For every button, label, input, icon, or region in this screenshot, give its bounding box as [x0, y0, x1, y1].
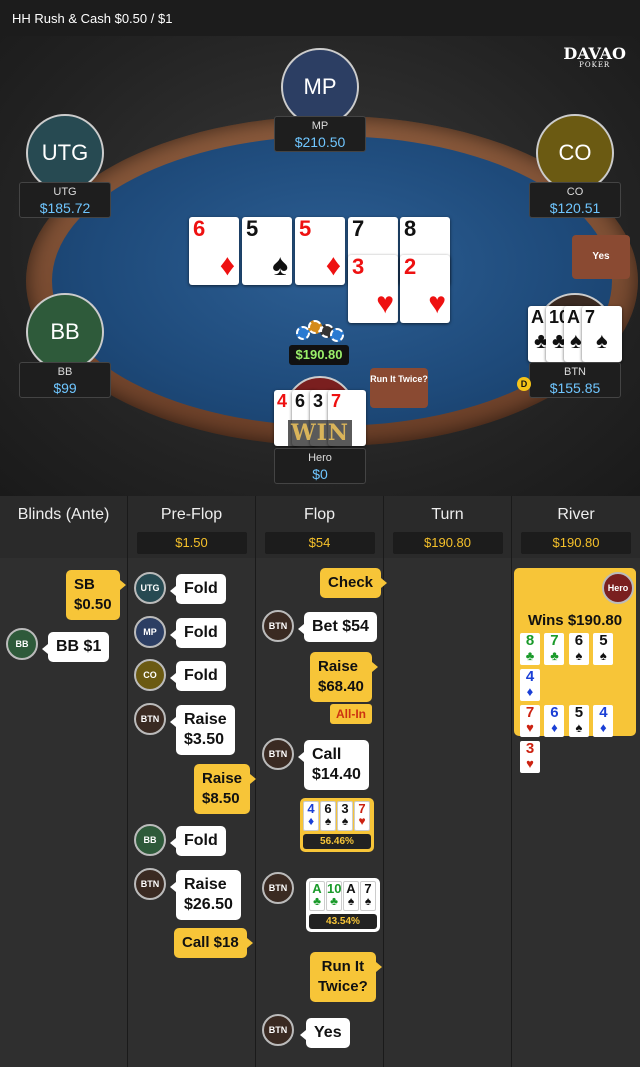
player-pill-mp: MP: [134, 616, 166, 648]
player-pill-bb: BB: [134, 824, 166, 856]
poker-table-area: DAVAO POKER MP MP $210.50 UTG UTG $185.72…: [0, 36, 640, 496]
mp-action: Fold: [170, 618, 226, 648]
yes-bubble: Yes: [572, 235, 630, 279]
btn-action: Raise $3.50: [170, 705, 235, 755]
btn-bet: Bet $54: [298, 612, 377, 642]
player-pill-btn: BTN: [262, 872, 294, 904]
hero-equity: 4 ♦ 6 ♠ 3 ♠ 7 ♥ 56.46%: [300, 798, 374, 852]
player-pill-btn: BTN: [262, 1014, 294, 1046]
player-pill-bb: BB: [6, 628, 38, 660]
col-turn: [384, 558, 512, 1067]
all-in-badge: All-In: [330, 704, 372, 724]
seat-mp[interactable]: MP: [281, 48, 359, 126]
window-title: HH Rush & Cash $0.50 / $1: [0, 0, 640, 36]
seat-plate-mp: MP $210.50: [274, 116, 366, 152]
seat-co[interactable]: CO: [536, 114, 614, 192]
col-header-flop: Flop $54: [256, 496, 384, 558]
col-header-blinds: Blinds (Ante): [0, 496, 128, 558]
hand-history: Blinds (Ante) Pre-Flop $1.50 Flop $54 Turn…: [0, 496, 640, 1067]
seat-plate-bb: BB $99: [19, 362, 111, 398]
win-banner: WIN: [288, 420, 352, 446]
seat-plate-utg: UTG $185.72: [19, 182, 111, 218]
utg-action: Fold: [170, 574, 226, 604]
board-card-7: 2 ♥: [400, 255, 450, 323]
seat-bb[interactable]: BB: [26, 293, 104, 371]
river-result: Hero Wins $190.80 8 ♣ 7 ♣ 6 ♠ 5 ♠ 4 ♦ 7 ♥ 6 ♦ 5…: [514, 568, 636, 773]
seat-plate-btn: BTN $155.85: [529, 362, 621, 398]
sb-action: SB $0.50: [66, 570, 126, 620]
seat-plate-co: CO $120.51: [529, 182, 621, 218]
co-action: Fold: [170, 661, 226, 691]
hero-run-it-twice: Run It Twice?: [310, 952, 382, 1002]
col-header-river: River $190.80: [512, 496, 640, 558]
dealer-button: D: [517, 377, 531, 391]
board-card-1: 6 ♦: [189, 217, 239, 285]
pot-amount: $190.80: [289, 345, 349, 365]
board-card-3: 5 ♦: [295, 217, 345, 285]
col-header-turn: Turn $190.80: [384, 496, 512, 558]
avatar: UTG: [26, 114, 104, 192]
wins-label: Wins $190.80: [527, 612, 623, 629]
player-pill-utg: UTG: [134, 572, 166, 604]
player-pill-hero: Hero: [602, 572, 634, 604]
seat-plate-hero: Hero $0: [274, 448, 366, 484]
hero-call: Call $18: [174, 928, 253, 958]
btn-yes: Yes: [300, 1018, 350, 1048]
player-pill-co: CO: [134, 659, 166, 691]
pot-chips-icon: [292, 316, 348, 346]
player-pill-btn: BTN: [262, 610, 294, 642]
brand-logo: DAVAO POKER: [563, 44, 626, 69]
board-card-6: 3 ♥: [348, 255, 398, 323]
col-header-preflop: Pre-Flop $1.50: [128, 496, 256, 558]
hero-raise: Raise $68.40: [310, 652, 378, 702]
player-pill-btn: BTN: [262, 738, 294, 770]
hero-check: Check: [320, 568, 388, 598]
btn-equity: A ♣ 10 ♣ A ♠ 7 ♠ 43.54%: [306, 878, 380, 932]
bb-action: BB $1: [41, 632, 110, 662]
seat-utg[interactable]: UTG: [26, 114, 104, 192]
player-pill-btn: BTN: [134, 703, 166, 735]
board-card-2: 5 ♠: [242, 217, 292, 285]
player-pill-btn: BTN: [134, 868, 166, 900]
btn-call: Call $14.40: [298, 740, 369, 790]
avatar: BB: [26, 293, 104, 371]
bb-action: Fold: [170, 826, 226, 856]
avatar: MP: [281, 48, 359, 126]
btn-action: Raise $26.50: [170, 870, 241, 920]
avatar: CO: [536, 114, 614, 192]
river-board-2: 7 ♥ 6 ♦ 5 ♠ 4 ♦ 3 ♥: [520, 705, 630, 777]
river-board-1: 8 ♣ 7 ♣ 6 ♠ 5 ♠ 4 ♦: [520, 633, 630, 705]
hero-raise: Raise $8.50: [194, 764, 257, 814]
btn-card-4: 7 ♠: [582, 306, 622, 362]
run-it-twice-bubble: Run It Twice?: [370, 368, 428, 408]
